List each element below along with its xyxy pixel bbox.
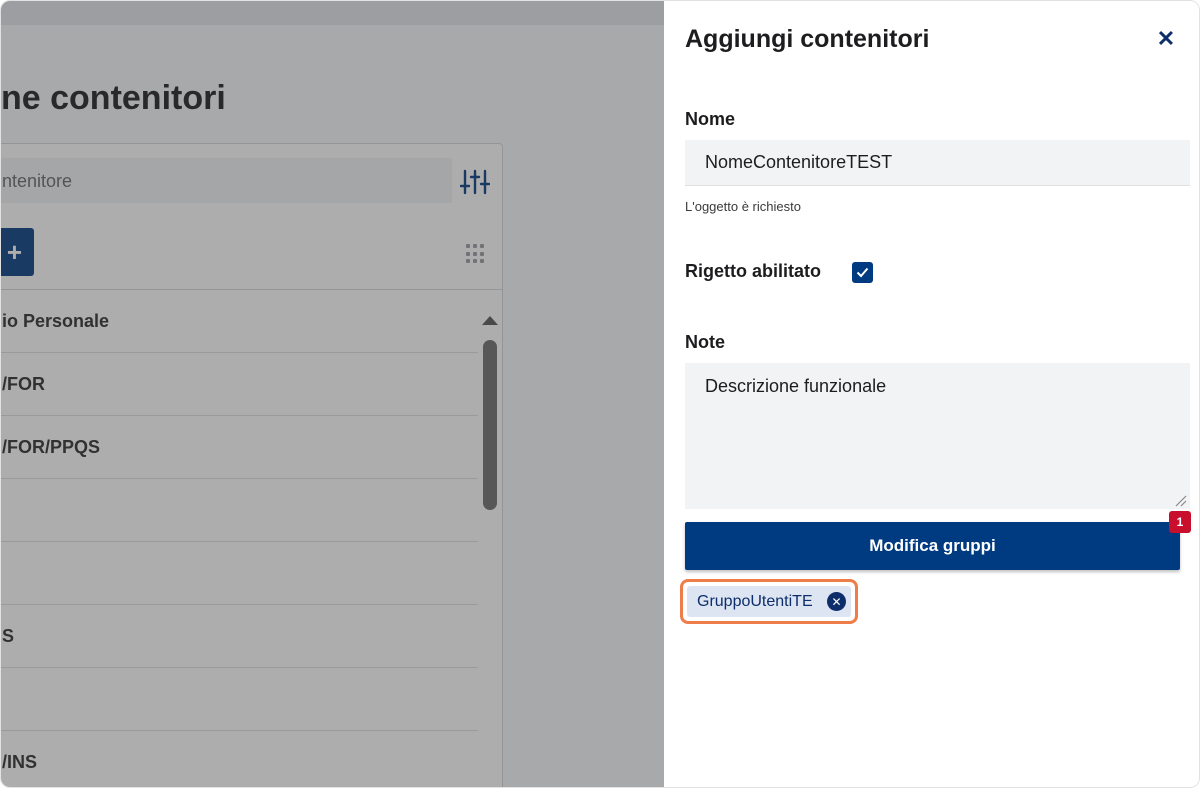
group-chip-label: GruppoUtentiTE [697, 592, 813, 610]
resize-handle-icon[interactable] [1175, 495, 1187, 507]
name-input[interactable] [685, 140, 1190, 186]
checkmark-icon [856, 267, 869, 278]
chip-remove-icon[interactable]: ✕ [827, 592, 846, 611]
add-containers-drawer: Aggiungi contenitori ✕ Nome L'oggetto è … [664, 1, 1199, 787]
groups-count-badge: 1 [1169, 511, 1191, 533]
edit-groups-button[interactable]: Modifica gruppi [685, 522, 1180, 570]
enabled-checkbox[interactable] [852, 262, 873, 283]
name-helper-text: L'oggetto è richiesto [685, 199, 801, 214]
drawer-title: Aggiungi contenitori [685, 25, 930, 53]
close-button[interactable]: ✕ [1152, 25, 1180, 53]
name-label: Nome [685, 109, 736, 129]
note-textarea[interactable] [685, 363, 1190, 509]
enabled-label: Rigetto abilitato [685, 261, 821, 281]
app-window: ne contenitori ntenitore + io Personale … [0, 0, 1200, 788]
note-label: Note [685, 332, 725, 352]
modal-backdrop[interactable] [1, 1, 664, 787]
